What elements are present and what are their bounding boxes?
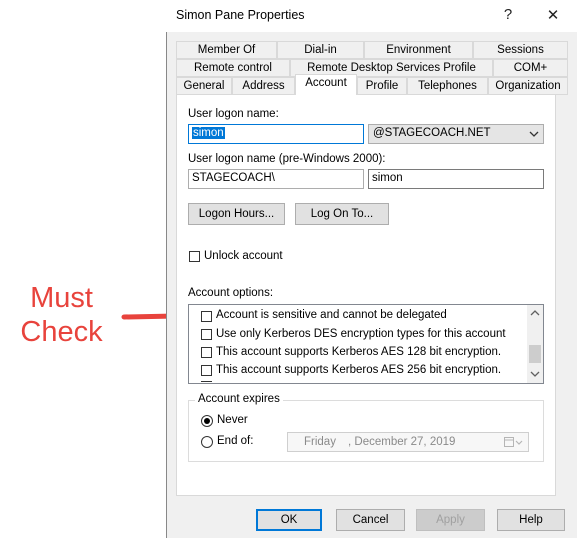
account-expires-label: Account expires bbox=[195, 393, 283, 405]
help-button[interactable]: Help bbox=[497, 509, 565, 531]
option-checkbox-des[interactable] bbox=[201, 329, 212, 340]
cancel-button[interactable]: Cancel bbox=[336, 509, 405, 531]
end-of-label: End of: bbox=[217, 435, 254, 447]
tab-com-plus[interactable]: COM+ bbox=[493, 59, 568, 77]
option-checkbox-aes128[interactable] bbox=[201, 347, 212, 358]
user-logon-input[interactable]: simon bbox=[188, 124, 364, 144]
unlock-account-label: Unlock account bbox=[204, 250, 283, 262]
user-logon-value: simon bbox=[192, 127, 225, 139]
tab-sessions[interactable]: Sessions bbox=[473, 41, 568, 59]
never-label: Never bbox=[217, 414, 248, 426]
window-title: Simon Pane Properties bbox=[176, 8, 305, 22]
tab-account[interactable]: Account bbox=[295, 74, 357, 95]
end-date-picker[interactable]: Friday , December 27, 2019 bbox=[287, 432, 529, 452]
pre2000-label: User logon name (pre-Windows 2000): bbox=[188, 153, 386, 165]
tab-organization[interactable]: Organization bbox=[488, 77, 568, 95]
option-label-sensitive: Account is sensitive and cannot be deleg… bbox=[216, 309, 447, 321]
tab-member-of[interactable]: Member Of bbox=[176, 41, 277, 59]
tab-profile[interactable]: Profile bbox=[357, 77, 407, 95]
pre2000-user-input[interactable]: simon bbox=[368, 169, 544, 189]
option-checkbox-sensitive[interactable] bbox=[201, 311, 212, 322]
unlock-account-checkbox[interactable] bbox=[189, 251, 200, 262]
date-day: Friday bbox=[304, 436, 336, 448]
scroll-up-icon[interactable] bbox=[530, 309, 540, 317]
end-of-radio[interactable] bbox=[201, 436, 213, 448]
chevron-down-icon bbox=[529, 131, 539, 137]
option-label-aes128: This account supports Kerberos AES 128 b… bbox=[216, 346, 502, 358]
logon-hours-button[interactable]: Logon Hours... bbox=[188, 203, 285, 225]
account-expires-group bbox=[188, 400, 544, 462]
account-options-label: Account options: bbox=[188, 287, 274, 299]
pre2000-domain-field: STAGECOACH\ bbox=[188, 169, 364, 189]
tab-dial-in[interactable]: Dial-in bbox=[277, 41, 364, 59]
scroll-down-icon[interactable] bbox=[530, 370, 540, 378]
option-label-des: Use only Kerberos DES encryption types f… bbox=[216, 328, 506, 340]
close-title-button[interactable]: ✕ bbox=[543, 6, 563, 24]
option-label-aes256: This account supports Kerberos AES 256 b… bbox=[216, 364, 502, 376]
upn-suffix-value: @STAGECOACH.NET bbox=[373, 127, 491, 139]
ok-button[interactable]: OK bbox=[256, 509, 322, 531]
annotation-text-check: Check bbox=[20, 316, 103, 348]
option-checkbox-partial bbox=[201, 381, 212, 384]
annotation-text-must: Must bbox=[30, 282, 93, 314]
date-rest: , December 27, 2019 bbox=[348, 436, 456, 448]
apply-button[interactable]: Apply bbox=[416, 509, 485, 531]
tab-environment[interactable]: Environment bbox=[364, 41, 473, 59]
never-radio[interactable] bbox=[201, 415, 213, 427]
user-logon-label: User logon name: bbox=[188, 108, 279, 120]
scrollbar-thumb[interactable] bbox=[529, 345, 541, 363]
upn-suffix-select[interactable]: @STAGECOACH.NET bbox=[368, 124, 544, 144]
tab-address[interactable]: Address bbox=[232, 77, 295, 95]
help-title-button[interactable]: ? bbox=[498, 6, 518, 23]
tab-remote-control[interactable]: Remote control bbox=[176, 59, 290, 77]
log-on-to-button[interactable]: Log On To... bbox=[295, 203, 389, 225]
calendar-dropdown-icon bbox=[504, 437, 523, 447]
tab-telephones[interactable]: Telephones bbox=[407, 77, 488, 95]
tab-general[interactable]: General bbox=[176, 77, 232, 95]
option-checkbox-aes256[interactable] bbox=[201, 365, 212, 376]
